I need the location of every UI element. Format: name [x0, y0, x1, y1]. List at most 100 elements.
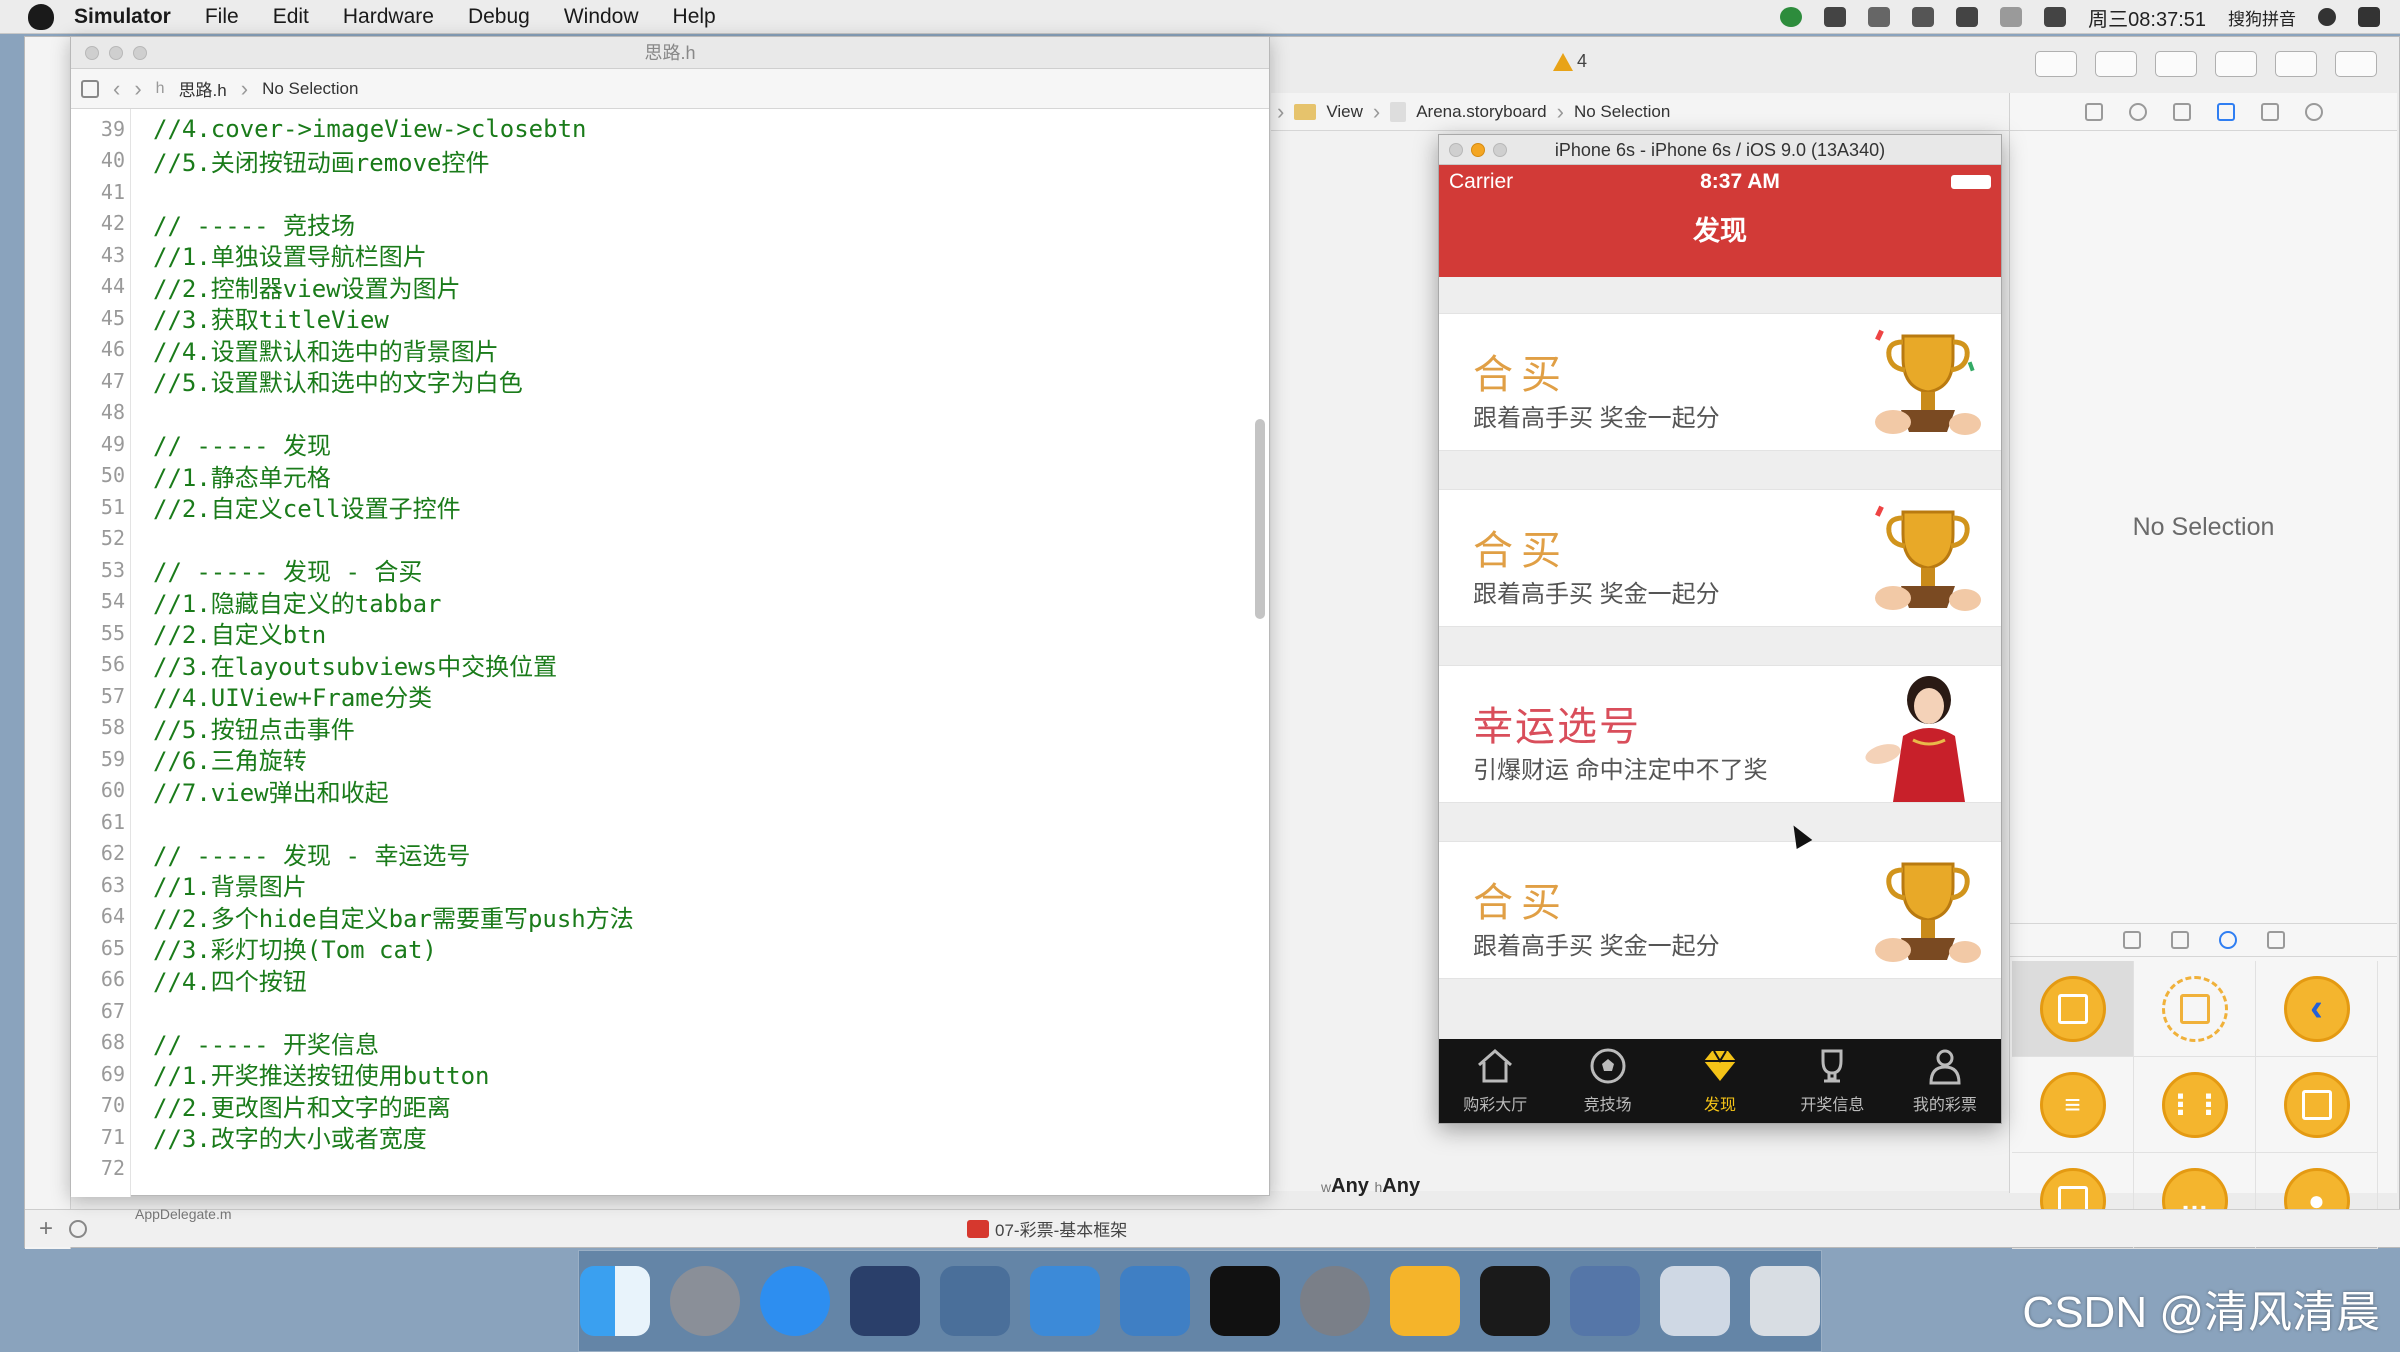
volume-icon[interactable]: [2044, 7, 2067, 27]
code-line[interactable]: 54 //1.隐藏自定义的tabbar: [71, 586, 1241, 618]
discover-cell-lucky-number[interactable]: 幸运选号 引爆财运 命中注定中不了奖: [1439, 665, 2001, 803]
library-item-view-controller[interactable]: [2012, 961, 2134, 1057]
library-item-navigation-controller[interactable]: ‹: [2256, 961, 2378, 1057]
code-line[interactable]: 47 //5.设置默认和选中的文字为白色: [71, 365, 1241, 398]
code-line[interactable]: 70 //2.更改图片和文字的距离: [71, 1090, 1241, 1122]
trash-icon[interactable]: [1750, 1266, 1820, 1336]
code-line[interactable]: 44 //2.控制器view设置为图片: [71, 271, 1241, 303]
quicktime-icon[interactable]: [1570, 1266, 1640, 1336]
code-line[interactable]: 64 //2.多个hide自定义bar需要重写push方法: [71, 901, 1241, 933]
tab-discover[interactable]: 发现: [1664, 1039, 1776, 1123]
breadcrumb-file[interactable]: 思路.h: [179, 76, 227, 101]
tab-lottery-hall[interactable]: 购彩大厅: [1439, 1039, 1551, 1123]
spotlight-search-icon[interactable]: [2318, 8, 2336, 26]
code-line[interactable]: 55 //2.自定义btn: [71, 617, 1241, 650]
menu-debug[interactable]: Debug: [468, 5, 530, 29]
notification-center-icon[interactable]: [2358, 7, 2380, 27]
launchpad-icon[interactable]: [670, 1266, 740, 1336]
code-line[interactable]: 71 //3.改字的大小或者宽度: [71, 1121, 1241, 1154]
xcode-icon[interactable]: [1030, 1266, 1100, 1336]
menu-edit[interactable]: Edit: [273, 5, 309, 29]
back-chevron-icon[interactable]: ‹: [113, 76, 120, 102]
code-line[interactable]: 45 //3.获取titleView: [71, 302, 1241, 335]
code-line[interactable]: 72: [71, 1153, 1241, 1185]
code-line[interactable]: 49 // ----- 发现: [71, 428, 1241, 461]
quick-help-icon[interactable]: [2128, 102, 2147, 121]
preview-icon[interactable]: [1660, 1266, 1730, 1336]
object-library-icon[interactable]: [2218, 931, 2237, 949]
status-app-icon[interactable]: [1780, 7, 1803, 27]
menu-hardware[interactable]: Hardware: [343, 5, 434, 29]
tab-arena[interactable]: 竞技场: [1551, 1039, 1663, 1123]
editor-scrollbar[interactable]: [1255, 419, 1265, 619]
toggle-utilities-button[interactable]: [2335, 51, 2377, 77]
size-inspector-icon[interactable]: [2260, 102, 2279, 121]
sim-zoom-button[interactable]: [1493, 143, 1507, 157]
wifi-icon[interactable]: [2000, 7, 2023, 27]
code-line[interactable]: 46 //4.设置默认和选中的背景图片: [71, 334, 1241, 366]
code-line[interactable]: 56 //3.在layoutsubviews中交换位置: [71, 649, 1241, 681]
code-snippet-library-icon[interactable]: [2170, 931, 2189, 949]
instruments-icon[interactable]: [1120, 1266, 1190, 1336]
file-inspector-icon[interactable]: [2084, 102, 2103, 121]
version-editor-button[interactable]: [2155, 51, 2197, 77]
discover-cell-group-buy[interactable]: 合买 跟着高手买 奖金一起分: [1439, 489, 2001, 627]
apple-menu-icon[interactable]: [28, 3, 54, 30]
file-template-library-icon[interactable]: [2122, 931, 2141, 949]
toggle-debug-button[interactable]: [2275, 51, 2317, 77]
code-line[interactable]: 63 //1.背景图片: [71, 869, 1241, 902]
warning-indicator[interactable]: 4: [1553, 51, 1587, 72]
code-line[interactable]: 42 // ----- 竞技场: [71, 208, 1241, 240]
code-area[interactable]: 39 //4.cover->imageView->closebtn 40 //5.关闭…: [71, 109, 1269, 1197]
code-line[interactable]: 43 //1.单独设置导航栏图片: [71, 239, 1241, 272]
terminal-icon[interactable]: [1210, 1266, 1280, 1336]
identity-inspector-icon[interactable]: [2172, 102, 2191, 121]
code-line[interactable]: 50 //1.静态单元格: [71, 460, 1241, 492]
code-line[interactable]: 52: [71, 523, 1241, 555]
tab-draw-info[interactable]: 开奖信息: [1776, 1039, 1888, 1123]
menu-window[interactable]: Window: [564, 5, 639, 29]
safari-icon[interactable]: [760, 1266, 830, 1336]
code-line[interactable]: 69 //1.开奖推送按钮使用button: [71, 1058, 1241, 1091]
airplane-icon[interactable]: [1868, 7, 1891, 27]
code-line[interactable]: 40 //5.关闭按钮动画remove控件: [71, 145, 1241, 177]
close-button[interactable]: [85, 46, 99, 60]
discover-cell-group-buy[interactable]: 合买 跟着高手买 奖金一起分: [1439, 313, 2001, 451]
code-line[interactable]: 67: [71, 995, 1241, 1027]
forward-chevron-icon[interactable]: ›: [134, 76, 141, 102]
code-line[interactable]: 65 //3.彩灯切换(Tom cat): [71, 932, 1241, 965]
mouse-app-icon[interactable]: [850, 1266, 920, 1336]
discover-cell-group-buy[interactable]: 合买 跟着高手买 奖金一起分: [1439, 841, 2001, 979]
code-line[interactable]: 48: [71, 397, 1241, 429]
attributes-inspector-icon[interactable]: [2216, 102, 2235, 121]
sim-close-button[interactable]: [1449, 143, 1463, 157]
menu-help[interactable]: Help: [673, 5, 716, 29]
photo-app-icon[interactable]: [940, 1266, 1010, 1336]
sim-minimize-button[interactable]: [1471, 143, 1485, 157]
code-line[interactable]: 68 // ----- 开奖信息: [71, 1027, 1241, 1059]
library-item-table-view-controller[interactable]: ≡: [2012, 1057, 2134, 1153]
sketch-icon[interactable]: [1390, 1266, 1460, 1336]
code-line[interactable]: 60 //7.view弹出和收起: [71, 775, 1241, 807]
menubar-clock[interactable]: 周三08:37:51: [2088, 3, 2206, 32]
code-line[interactable]: 66 //4.四个按钮: [71, 964, 1241, 996]
code-line[interactable]: 57 //4.UIView+Frame分类: [71, 680, 1241, 713]
minimize-button[interactable]: [109, 46, 123, 60]
filter-icon[interactable]: [69, 1219, 88, 1238]
add-file-icon[interactable]: +: [39, 1215, 53, 1243]
lock-icon[interactable]: [1956, 7, 1979, 27]
scheme-name[interactable]: 07-彩票-基本框架: [995, 1216, 1127, 1241]
code-line[interactable]: 41: [71, 176, 1241, 208]
library-item-storyboard-reference[interactable]: [2134, 961, 2256, 1057]
code-line[interactable]: 62 // ----- 发现 - 幸运选号: [71, 838, 1241, 870]
code-line[interactable]: 61: [71, 806, 1241, 838]
screen-record-icon[interactable]: [1824, 7, 1847, 27]
zoom-button[interactable]: [133, 46, 147, 60]
console-icon[interactable]: [1480, 1266, 1550, 1336]
related-items-icon[interactable]: [81, 79, 99, 98]
size-class-control[interactable]: wAny hAny: [1321, 1175, 1420, 1198]
assistant-editor-button[interactable]: [2095, 51, 2137, 77]
code-line[interactable]: 58 //5.按钮点击事件: [71, 712, 1241, 744]
menu-app-simulator[interactable]: Simulator: [74, 5, 171, 29]
system-preferences-icon[interactable]: [1300, 1266, 1370, 1336]
